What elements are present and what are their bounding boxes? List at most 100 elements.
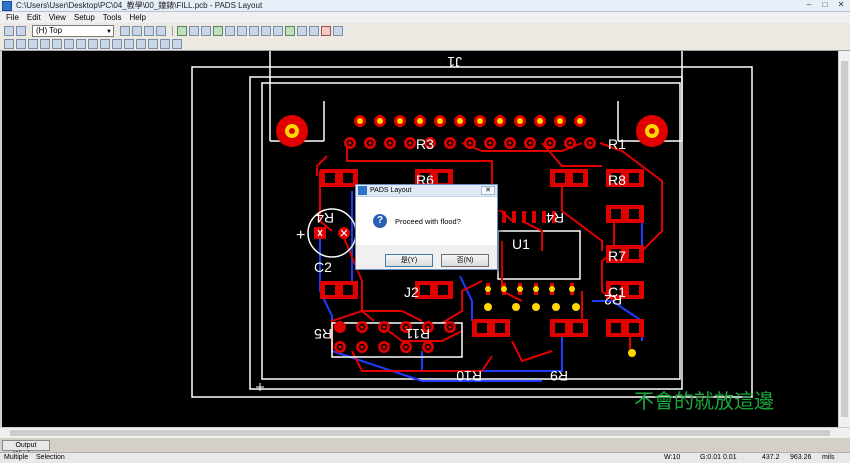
dialog-title-bar: PADS Layout ✕ <box>356 185 497 197</box>
r3-label: R3 <box>416 136 434 152</box>
r11-label: R11 <box>405 326 430 342</box>
title-bar: C:\Users\User\Desktop\PC\04_教學\00_鐘錶\FIL… <box>0 0 850 12</box>
zoom-icon[interactable] <box>249 25 259 36</box>
standard-toolbar: (H) Top ▼ <box>0 23 850 38</box>
no-button[interactable]: 否(N) <box>441 254 489 267</box>
menu-tools[interactable]: Tools <box>103 13 122 22</box>
close-window-button[interactable]: ✕ <box>834 0 848 10</box>
layer-select-value: (H) Top <box>36 25 63 35</box>
r7-label: R7 <box>608 248 626 264</box>
toolbar-separator <box>172 25 173 36</box>
r4-left-label: R4 <box>316 210 334 226</box>
horizontal-scroll-thumb[interactable] <box>10 430 830 436</box>
j1-top-row-vias <box>357 118 583 124</box>
j1-label: J1 <box>447 54 462 70</box>
keepout-icon[interactable] <box>100 39 110 49</box>
maximize-button[interactable]: □ <box>818 0 832 10</box>
horizontal-scrollbar[interactable] <box>0 427 850 438</box>
u1-label: U1 <box>512 236 530 252</box>
r5-label: R5 <box>314 326 332 342</box>
menu-help[interactable]: Help <box>129 13 145 22</box>
select-icon[interactable] <box>4 39 14 49</box>
layer-select[interactable]: (H) Top ▼ <box>32 24 114 37</box>
cut-icon[interactable] <box>144 25 154 36</box>
menu-edit[interactable]: Edit <box>27 13 41 22</box>
output-window-button[interactable]: Output Window <box>2 440 50 458</box>
dialog-message: Proceed with flood? <box>395 217 461 226</box>
netlist-icon[interactable] <box>285 25 295 36</box>
arc-icon[interactable] <box>28 39 38 49</box>
r8-label: R8 <box>608 172 626 188</box>
text-icon[interactable] <box>112 39 122 49</box>
window-title: C:\Users\User\Desktop\PC\04_教學\00_鐘錶\FIL… <box>16 1 263 10</box>
verify-icon[interactable] <box>309 25 319 36</box>
r2-label: R2 <box>604 292 622 308</box>
cutout-icon[interactable] <box>52 39 62 49</box>
undo-icon[interactable] <box>156 25 166 36</box>
pads-app-icon <box>358 186 367 195</box>
hatch-icon[interactable] <box>88 39 98 49</box>
pads-app-icon <box>2 0 12 11</box>
vertical-scroll-thumb[interactable] <box>841 61 848 417</box>
line-icon[interactable] <box>16 39 26 49</box>
design-icon[interactable] <box>177 25 187 36</box>
from-library-icon[interactable] <box>160 39 170 49</box>
library-icon[interactable] <box>148 39 158 49</box>
menu-view[interactable]: View <box>49 13 66 22</box>
menu-bar: File Edit View Setup Tools Help <box>0 12 850 23</box>
dialog-body: ? Proceed with flood? <box>356 197 497 245</box>
mounting-hole-left <box>276 115 308 147</box>
status-mode-selection: Selection <box>36 454 65 461</box>
r4-right-label: R4 <box>546 210 564 226</box>
split-icon[interactable] <box>136 39 146 49</box>
c2-label: C2 <box>314 259 332 275</box>
redo-icon[interactable] <box>225 25 235 36</box>
merge-icon[interactable] <box>124 39 134 49</box>
r10-label: R10 <box>456 368 482 384</box>
status-y-coord: 963.26 <box>790 454 812 461</box>
pan-icon[interactable] <box>261 25 271 36</box>
minimize-button[interactable]: – <box>802 0 816 10</box>
status-units: mils <box>822 454 835 461</box>
flood-manager-icon[interactable] <box>172 39 182 49</box>
status-bar: Multiple Selection W:10 G:0.01 0.01 437.… <box>0 452 850 463</box>
status-width: W:10 <box>664 454 681 461</box>
drc-icon[interactable] <box>321 25 331 36</box>
drafting-toolbar <box>0 38 850 51</box>
watermark-text: 不會的就放這邊 <box>634 389 774 413</box>
area-icon[interactable] <box>64 39 74 49</box>
flood-icon[interactable] <box>76 39 86 49</box>
origin-marker <box>256 383 264 391</box>
chevron-down-icon: ▼ <box>106 28 112 35</box>
route-icon[interactable] <box>201 25 211 36</box>
copy-icon[interactable] <box>120 25 130 36</box>
flood-confirm-dialog: PADS Layout ✕ ? Proceed with flood? 是(Y)… <box>355 184 498 270</box>
dimension-icon[interactable] <box>213 25 223 36</box>
status-grid: G:0.01 0.01 <box>700 454 737 461</box>
question-icon: ? <box>373 214 387 228</box>
copper-icon[interactable] <box>40 39 50 49</box>
status-mode-multiple: Multiple <box>4 454 29 461</box>
assembly-icon[interactable] <box>333 25 343 36</box>
r9-label: R9 <box>550 368 568 384</box>
vertical-scrollbar[interactable] <box>838 51 850 427</box>
j2-label: J2 <box>404 284 419 300</box>
open-icon[interactable] <box>4 25 14 36</box>
refresh-icon[interactable] <box>237 25 247 36</box>
save-icon[interactable] <box>16 25 26 36</box>
board-icon[interactable] <box>273 25 283 36</box>
j1-bottom-row-pads <box>344 137 596 149</box>
dialog-close-button[interactable]: ✕ <box>481 186 495 195</box>
mounting-hole-right <box>636 115 668 147</box>
paste-icon[interactable] <box>132 25 142 36</box>
dialog-title: PADS Layout <box>370 187 412 194</box>
menu-file[interactable]: File <box>6 13 19 22</box>
menu-setup[interactable]: Setup <box>74 13 95 22</box>
drafting-icon[interactable] <box>189 25 199 36</box>
j1-top-row-pads <box>354 115 586 127</box>
r1-label: R1 <box>608 136 626 152</box>
yes-button[interactable]: 是(Y) <box>385 254 433 267</box>
status-x-coord: 437.2 <box>762 454 780 461</box>
c2-plus-label: + <box>296 227 305 244</box>
layers-icon[interactable] <box>297 25 307 36</box>
